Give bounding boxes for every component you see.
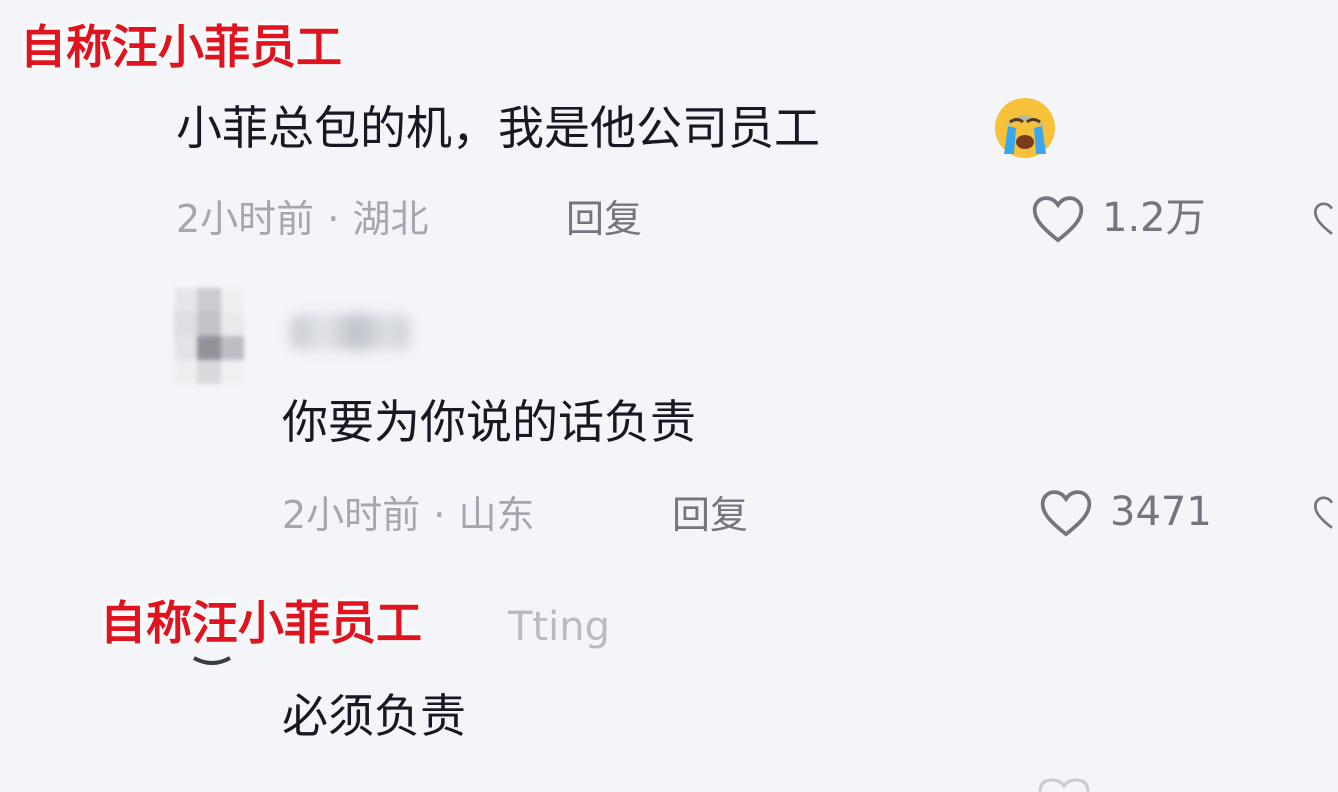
heart-icon bbox=[1040, 490, 1092, 537]
comment-time: 2小时前 bbox=[282, 493, 421, 537]
meta-separator: · bbox=[327, 197, 340, 241]
loudly-crying-face-emoji-icon bbox=[995, 98, 1055, 158]
heart-icon-cropped[interactable] bbox=[1312, 486, 1338, 538]
reply-button[interactable]: 回复 bbox=[672, 492, 748, 538]
comment-1: 小菲总包的机，我是他公司员工 2小时前 · 湖北 回复 1.2万 bbox=[0, 0, 1338, 260]
like-count: 1.2万 bbox=[1102, 195, 1206, 241]
like-button[interactable]: 1.2万 bbox=[1030, 192, 1206, 244]
overlay-caption-inline: 自称汪小菲员工 bbox=[100, 596, 422, 650]
like-count: 3471 bbox=[1110, 489, 1212, 535]
meta-separator: · bbox=[433, 493, 446, 537]
username-blurred[interactable] bbox=[290, 314, 410, 350]
heart-icon-cropped[interactable] bbox=[1312, 192, 1338, 244]
comment-meta: 2小时前 · 山东 bbox=[282, 492, 534, 538]
heart-icon-cropped[interactable] bbox=[1034, 778, 1094, 792]
comment-2: 你要为你说的话负责 2小时前 · 山东 回复 3471 bbox=[0, 270, 1338, 560]
comment-time: 2小时前 bbox=[176, 197, 315, 241]
reply-button[interactable]: 回复 bbox=[566, 196, 642, 242]
heart-icon bbox=[1032, 196, 1084, 243]
comment-location: 湖北 bbox=[352, 197, 429, 241]
comment-location: 山东 bbox=[458, 493, 535, 537]
comment-text: 小菲总包的机，我是他公司员工 bbox=[176, 101, 820, 155]
comment-3: 自称汪小菲员工 Tting 必须负责 bbox=[0, 580, 1338, 792]
comment-text: 你要为你说的话负责 bbox=[282, 395, 696, 449]
username[interactable]: Tting bbox=[508, 604, 610, 650]
comment-text: 必须负责 bbox=[282, 689, 466, 743]
comment-meta: 2小时前 · 湖北 bbox=[176, 196, 428, 242]
like-button[interactable]: 3471 bbox=[1038, 486, 1212, 538]
avatar-blurred[interactable] bbox=[174, 288, 244, 384]
